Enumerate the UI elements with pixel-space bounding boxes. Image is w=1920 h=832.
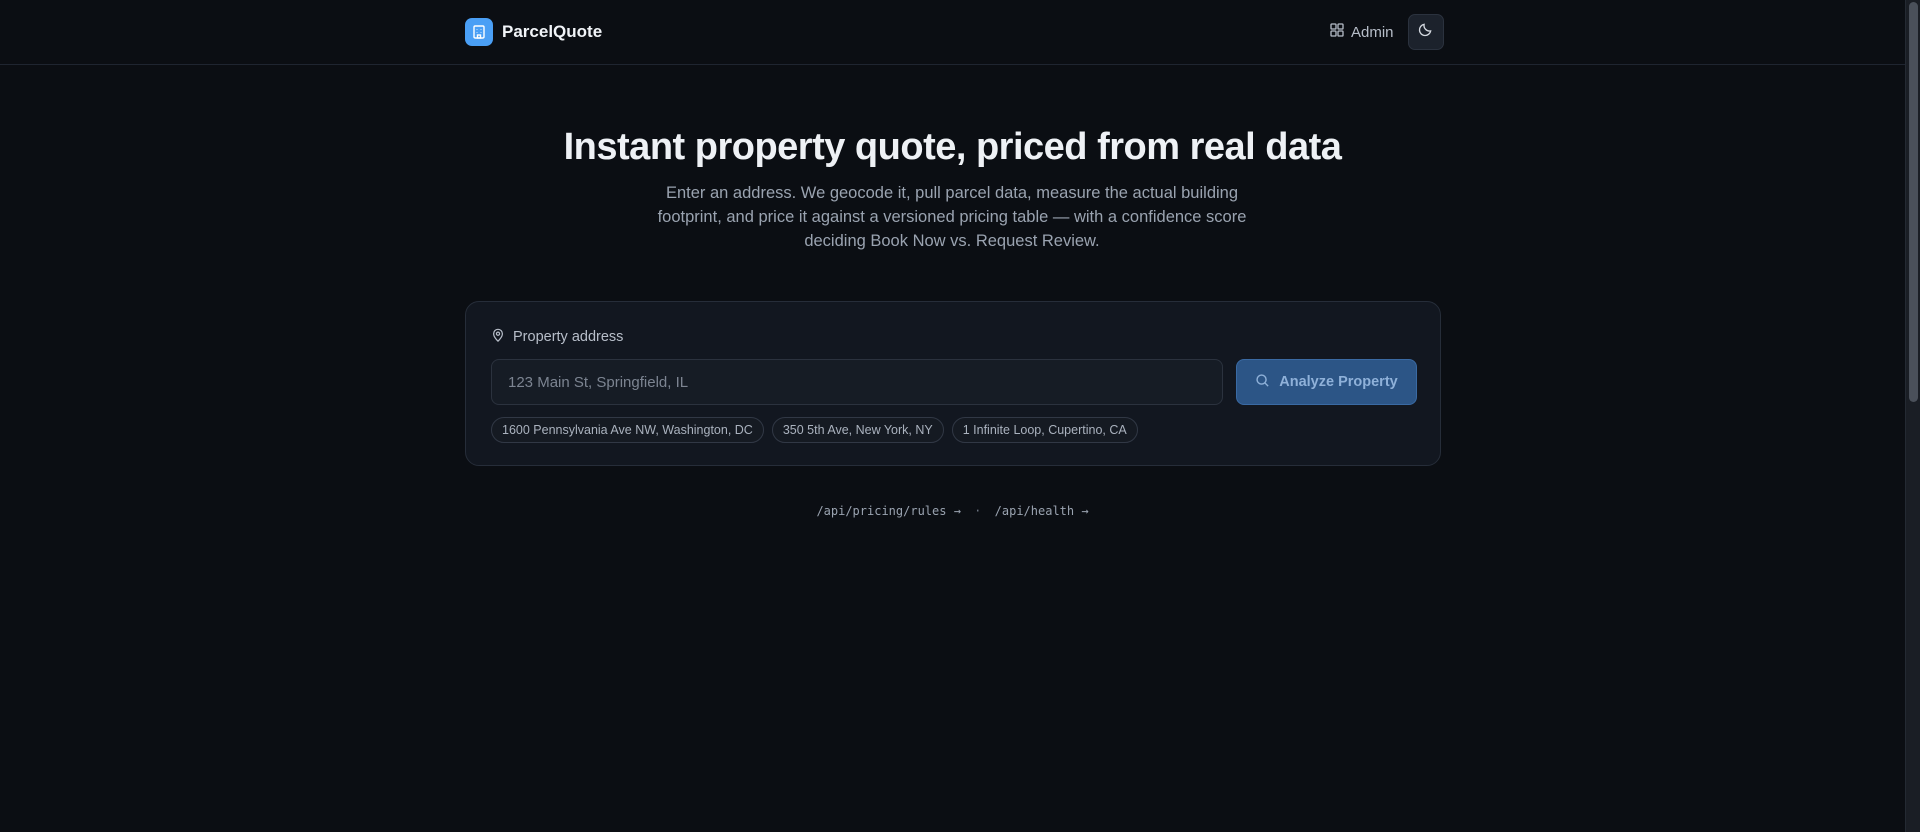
page: ParcelQuote Admin Instant property quote…	[0, 0, 1920, 832]
brand[interactable]: ParcelQuote	[465, 18, 602, 46]
suggestion-chip[interactable]: 1 Infinite Loop, Cupertino, CA	[951, 417, 1138, 443]
page-subtitle: Enter an address. We geocode it, pull pa…	[657, 184, 1247, 250]
header-actions: Admin	[1330, 14, 1444, 50]
page-title: Instant property quote, priced from real…	[563, 126, 1342, 168]
address-form-card: Property address Analyze Property 1600 P…	[465, 301, 1441, 466]
grid-icon	[1330, 23, 1344, 41]
search-icon	[1255, 373, 1270, 392]
analyze-property-button[interactable]: Analyze Property	[1236, 359, 1417, 405]
health-link[interactable]: /api/health →	[995, 504, 1089, 518]
address-input[interactable]	[491, 359, 1223, 405]
suggestion-chip[interactable]: 350 5th Ave, New York, NY	[771, 417, 944, 443]
admin-link[interactable]: Admin	[1330, 23, 1394, 41]
building-icon	[465, 18, 493, 46]
top-nav: ParcelQuote Admin	[0, 0, 1905, 65]
link-separator: ·	[974, 504, 982, 518]
map-pin-icon	[491, 328, 505, 346]
address-suggestions: 1600 Pennsylvania Ave NW, Washington, DC…	[491, 417, 1138, 443]
address-label-text: Property address	[513, 329, 624, 345]
admin-label: Admin	[1351, 23, 1394, 41]
analyze-button-label: Analyze Property	[1279, 374, 1398, 390]
brand-name: ParcelQuote	[502, 22, 603, 41]
moon-icon	[1418, 22, 1433, 42]
api-links: /api/pricing/rules → · /api/health →	[0, 504, 1905, 518]
scrollbar[interactable]	[1905, 0, 1920, 832]
theme-toggle-button[interactable]	[1407, 14, 1444, 50]
pricing-rules-link[interactable]: /api/pricing/rules →	[816, 504, 961, 518]
scrollbar-thumb[interactable]	[1909, 2, 1918, 402]
suggestion-chip[interactable]: 1600 Pennsylvania Ave NW, Washington, DC	[491, 417, 764, 443]
address-label: Property address	[491, 328, 623, 346]
